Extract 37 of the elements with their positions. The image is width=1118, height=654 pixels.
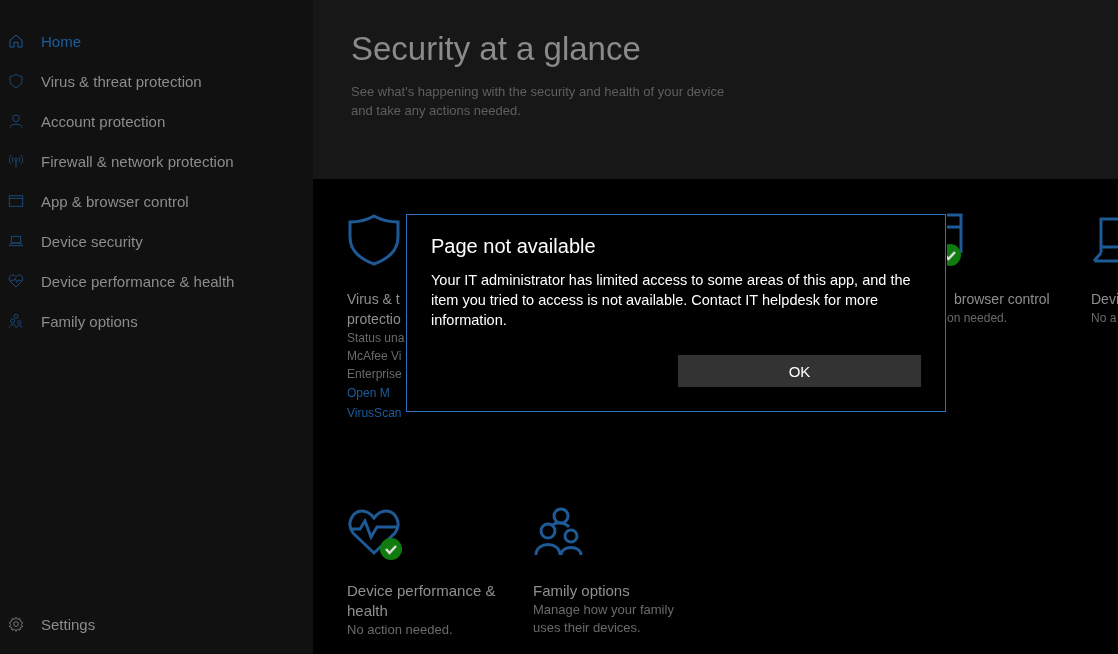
shield-icon xyxy=(8,73,24,89)
tile-title: Device performance & health xyxy=(347,581,497,621)
nav-item[interactable]: Device security xyxy=(0,221,313,261)
nav-item[interactable]: Family options xyxy=(0,301,313,341)
nav-item[interactable]: Device performance & health xyxy=(0,261,313,301)
tile-status: Enterprise xyxy=(347,366,402,383)
family-icon xyxy=(8,313,24,329)
person-icon xyxy=(8,113,24,129)
tile-status: on needed. xyxy=(947,310,1008,327)
tile-title: browser control xyxy=(954,290,1050,309)
ok-button[interactable]: OK xyxy=(678,355,921,387)
tile-title: protectio xyxy=(347,310,401,329)
heart-icon xyxy=(8,273,24,289)
antenna-icon xyxy=(8,153,24,169)
tile-status: Manage how your family uses their devices. xyxy=(533,601,675,637)
tile-title: Virus & t xyxy=(347,290,400,309)
nav-item[interactable]: Firewall & network protection xyxy=(0,141,313,181)
laptop-icon xyxy=(8,233,24,249)
settings-item[interactable]: Settings xyxy=(0,604,313,644)
nav-item[interactable]: Account protection xyxy=(0,101,313,141)
page-subtitle: See what's happening with the security and health of your device and take any actions needed. xyxy=(351,83,726,120)
home-icon xyxy=(8,33,24,49)
dialog-title: Page not available xyxy=(431,235,597,258)
tile-link[interactable]: Open M xyxy=(347,383,390,403)
page-title: Security at a glance xyxy=(351,30,642,68)
tile-status: Status una xyxy=(347,330,405,347)
dialog-message: Your IT administrator has limited access to some areas of this app, and the item you tried to access is not available. Contact IT helpdesk for more information. xyxy=(431,271,912,330)
tile-status: McAfee Vi xyxy=(347,348,402,365)
tile-status: No action needed. xyxy=(347,621,454,639)
nav-item[interactable]: Virus & threat protection xyxy=(0,61,313,101)
nav-item[interactable]: App & browser control xyxy=(0,181,313,221)
tile-title: Devi xyxy=(1091,290,1118,309)
window-icon xyxy=(8,193,24,209)
tile-link[interactable]: VirusScan xyxy=(347,403,402,423)
settings-icon xyxy=(8,616,24,632)
tile-status: No a xyxy=(1091,310,1117,327)
tile-title: Family options xyxy=(533,581,631,601)
